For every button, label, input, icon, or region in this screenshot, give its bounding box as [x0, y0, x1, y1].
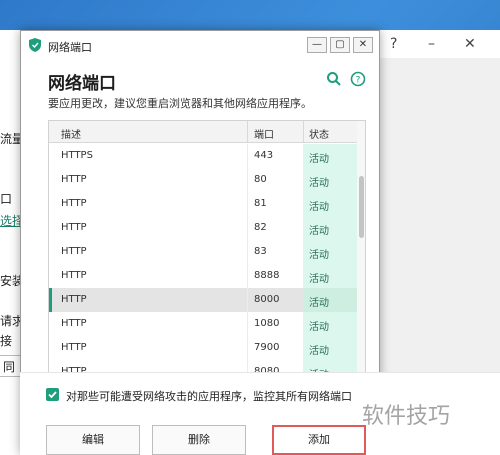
row-port: 82 — [254, 222, 267, 233]
column-header-port[interactable]: 端口 — [254, 126, 274, 141]
row-port: 80 — [254, 174, 267, 185]
bg-label-5: 接 — [0, 334, 13, 348]
bg-help-button[interactable]: ? — [390, 36, 397, 52]
column-separator — [247, 336, 248, 360]
column-separator — [247, 312, 248, 336]
row-status: 活动 — [309, 202, 329, 213]
column-separator — [247, 216, 248, 240]
selection-indicator — [49, 288, 52, 312]
column-separator — [247, 264, 248, 288]
table-row[interactable]: HTTP 83 活动 — [49, 240, 357, 264]
table-row[interactable]: HTTP 8888 活动 — [49, 264, 357, 288]
row-status: 活动 — [309, 298, 329, 309]
column-separator — [247, 121, 248, 143]
dialog-subtitle: 要应用更改，建议您重启浏览器和其他网络应用程序。 — [48, 97, 312, 110]
column-separator — [247, 168, 248, 192]
dialog-titlebar: 网络端口 — ▢ ✕ — [21, 31, 379, 59]
svg-text:?: ? — [356, 76, 361, 86]
table-row[interactable]: HTTP 80 活动 — [49, 168, 357, 192]
row-description: HTTP — [61, 270, 87, 281]
row-description: HTTP — [61, 318, 87, 329]
table-row[interactable]: HTTP 81 活动 — [49, 192, 357, 216]
row-description: HTTP — [61, 174, 87, 185]
row-port: 83 — [254, 246, 267, 257]
column-separator — [247, 192, 248, 216]
bg-minimize-button[interactable]: – — [428, 36, 435, 52]
table-header: 描述 端口 状态 — [49, 121, 357, 143]
row-port: 443 — [254, 150, 274, 161]
delete-button[interactable]: 删除 — [152, 425, 246, 455]
ports-table: 描述 端口 状态 HTTPS 443 活动 HTTP 80 活动 HTTP 81… — [48, 120, 366, 410]
column-separator — [247, 288, 248, 312]
minimize-button[interactable]: — — [307, 37, 327, 53]
table-row[interactable]: HTTP 82 活动 — [49, 216, 357, 240]
row-description: HTTP — [61, 198, 87, 209]
row-port: 8000 — [254, 294, 280, 305]
row-status: 活动 — [309, 274, 329, 285]
table-scrollbar[interactable] — [357, 121, 365, 409]
column-separator — [247, 240, 248, 264]
shield-icon — [29, 38, 41, 52]
row-status: 活动 — [309, 322, 329, 333]
table-row[interactable]: HTTP 7900 活动 — [49, 336, 357, 360]
row-description: HTTP — [61, 294, 87, 305]
add-button[interactable]: 添加 — [272, 425, 366, 455]
table-body: HTTPS 443 活动 HTTP 80 活动 HTTP 81 活动 HTTP … — [49, 144, 357, 384]
help-icon[interactable]: ? — [350, 71, 366, 87]
row-port: 7900 — [254, 342, 280, 353]
table-row-selected[interactable]: HTTP 8000 活动 — [49, 288, 357, 312]
close-button[interactable]: ✕ — [353, 37, 373, 53]
column-separator — [303, 121, 304, 143]
scrollbar-thumb[interactable] — [359, 176, 364, 238]
bg-close-button[interactable]: ✕ — [464, 36, 476, 52]
table-row[interactable]: HTTP 1080 活动 — [49, 312, 357, 336]
background-right-panel — [380, 58, 500, 378]
row-description: HTTP — [61, 222, 87, 233]
row-port: 1080 — [254, 318, 280, 329]
maximize-button[interactable]: ▢ — [330, 37, 350, 53]
column-separator — [247, 144, 248, 168]
page-title: 网络端口 — [48, 74, 116, 94]
row-status: 活动 — [309, 178, 329, 189]
column-header-status[interactable]: 状态 — [309, 126, 329, 141]
row-port: 81 — [254, 198, 267, 209]
row-description: HTTP — [61, 246, 87, 257]
row-description: HTTP — [61, 342, 87, 353]
bg-label-6: 同 — [3, 360, 16, 374]
checkbox-label[interactable]: 对那些可能遭受网络攻击的应用程序，监控其所有网络端口 — [66, 388, 352, 404]
edit-button[interactable]: 编辑 — [46, 425, 140, 455]
table-row[interactable]: HTTPS 443 活动 — [49, 144, 357, 168]
row-status: 活动 — [309, 346, 329, 357]
monitor-all-ports-checkbox[interactable] — [46, 388, 59, 401]
dialog-title: 网络端口 — [48, 41, 92, 54]
checkmark-icon — [48, 391, 57, 399]
watermark-text: 软件技巧 — [362, 404, 451, 429]
row-port: 8888 — [254, 270, 280, 281]
column-header-description[interactable]: 描述 — [61, 126, 81, 141]
bg-label-2: 口 — [0, 192, 13, 206]
row-status: 活动 — [309, 250, 329, 261]
search-icon[interactable] — [326, 71, 342, 87]
row-status: 活动 — [309, 226, 329, 237]
row-description: HTTPS — [61, 150, 93, 161]
row-status: 活动 — [309, 154, 329, 165]
